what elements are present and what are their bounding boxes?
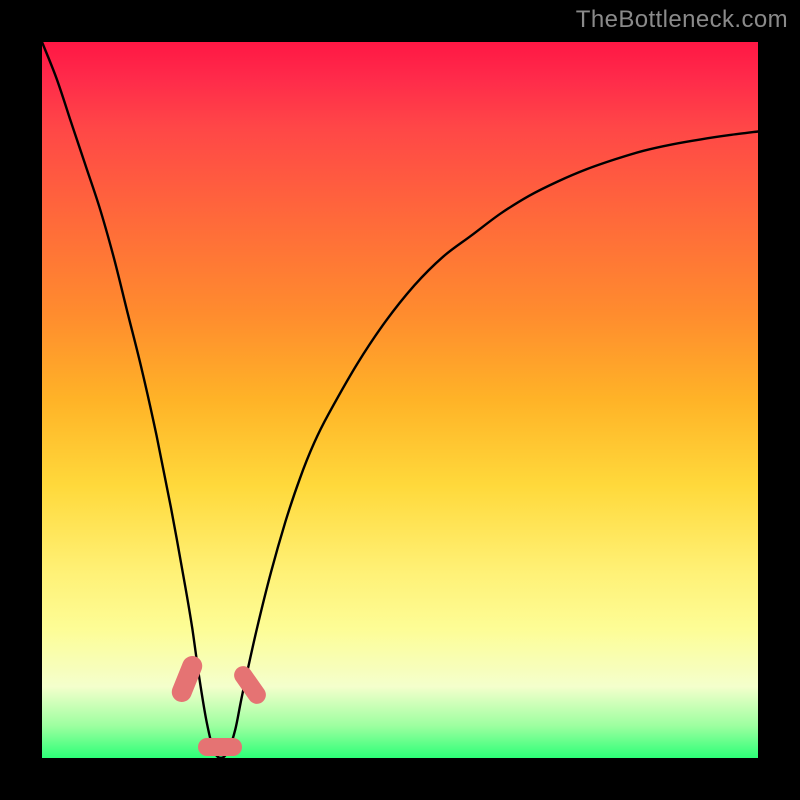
bottleneck-curve (42, 42, 758, 758)
plot-area (42, 42, 758, 758)
marker-bottom (198, 738, 242, 756)
watermark-text: TheBottleneck.com (576, 6, 788, 34)
chart-frame: TheBottleneck.com (0, 0, 800, 800)
